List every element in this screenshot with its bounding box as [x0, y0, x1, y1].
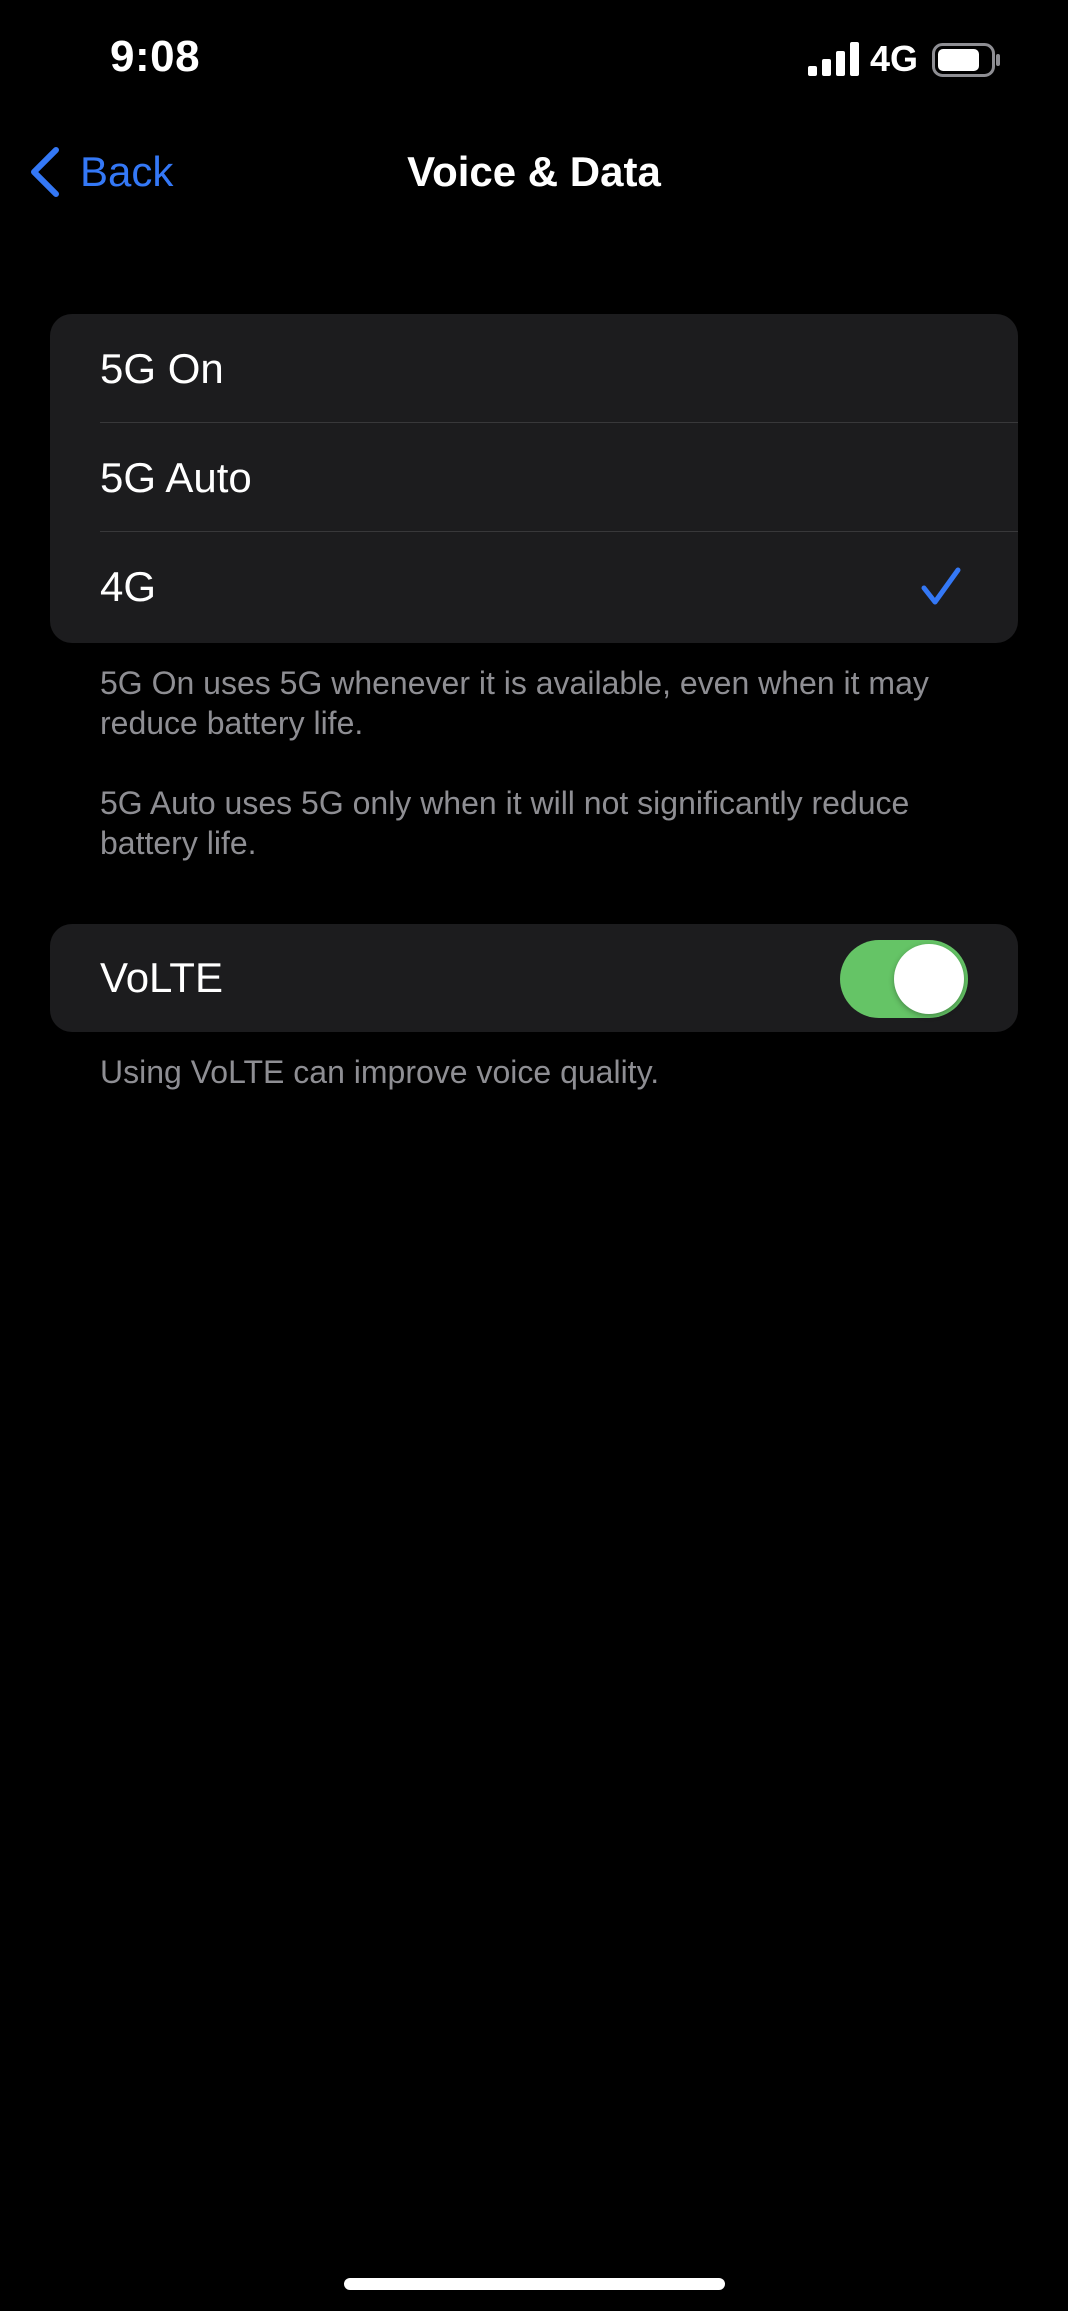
volte-label: VoLTE — [100, 954, 223, 1001]
option-5g-auto[interactable]: 5G Auto — [50, 423, 1018, 532]
volte-row: VoLTE — [50, 924, 1018, 1032]
volte-group: VoLTE — [50, 924, 1018, 1032]
status-time: 9:08 — [110, 32, 201, 81]
footer-5g-auto-description: 5G Auto uses 5G only when it will not si… — [100, 785, 910, 861]
cellular-signal-icon — [808, 42, 859, 76]
network-type-label: 4G — [870, 38, 919, 79]
toggle-knob — [894, 944, 964, 1014]
footer-volte-description: Using VoLTE can improve voice quality. — [100, 1054, 660, 1090]
battery-icon — [932, 43, 1000, 77]
checkmark-icon — [921, 567, 961, 605]
option-label: 5G Auto — [100, 453, 252, 501]
network-mode-group: 5G On 5G Auto 4G — [50, 314, 1018, 643]
option-4g[interactable]: 4G — [50, 532, 1018, 641]
home-indicator[interactable] — [344, 2278, 725, 2290]
option-5g-on[interactable]: 5G On — [50, 314, 1018, 423]
footer-5g-on-description: 5G On uses 5G whenever it is available, … — [100, 665, 929, 741]
option-label: 4G — [100, 562, 157, 610]
volte-toggle[interactable] — [840, 940, 968, 1018]
option-label: 5G On — [100, 344, 224, 392]
page-title: Voice & Data — [407, 148, 661, 195]
